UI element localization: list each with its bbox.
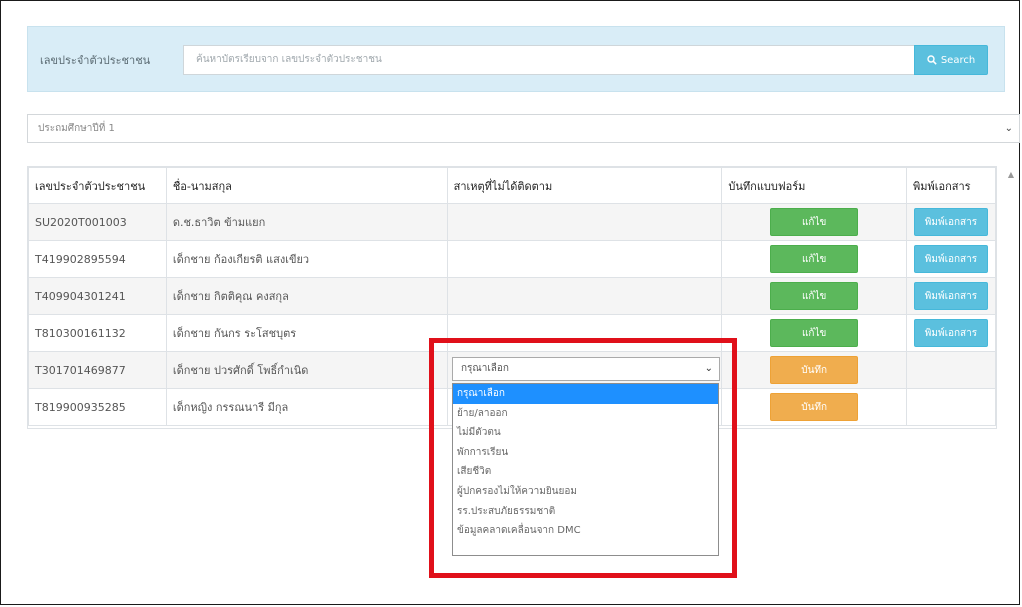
- dropdown-option[interactable]: พักการเรียน: [453, 443, 718, 463]
- search-panel: เลขประจำตัวประชาชน ค้นหาบัตรเรียบจาก เลข…: [27, 26, 1005, 92]
- scroll-up-arrow-icon[interactable]: ▲: [1005, 169, 1017, 181]
- cell-form: แก้ไข: [721, 277, 907, 315]
- table-header-row: เลขประจำตัวประชาชน ชื่อ-นามสกุล สาเหตุที…: [28, 167, 996, 204]
- cell-form: บันทึก: [721, 388, 907, 426]
- save-button[interactable]: บันทึก: [770, 393, 859, 421]
- print-button[interactable]: พิมพ์เอกสาร: [913, 245, 988, 273]
- cell-reason: [446, 203, 723, 241]
- cell-name: เด็กชาย กันกร ระโสชบุตร: [165, 314, 448, 352]
- save-button[interactable]: บันทึก: [770, 356, 859, 384]
- column-header-form: บันทึกแบบฟอร์ม: [721, 167, 907, 204]
- cell-id: T301701469877: [28, 351, 167, 389]
- chevron-down-icon: ⌄: [704, 363, 713, 374]
- search-input[interactable]: ค้นหาบัตรเรียบจาก เลขประจำตัวประชาชน: [183, 45, 915, 75]
- cell-print: พิมพ์เอกสาร: [905, 203, 996, 241]
- cell-name: เด็กชาย กิตติคุณ คงสกุล: [165, 277, 448, 315]
- chevron-down-icon: ⌄: [1004, 123, 1013, 134]
- table-row: SU2020T001003 ด.ช.ธาวิต ข้ามแยก แก้ไข พิ…: [28, 203, 996, 241]
- cell-id: T409904301241: [28, 277, 167, 315]
- table-row: T419902895594 เด็กชาย ก้องเกียรติ แสงเขี…: [28, 240, 996, 278]
- cell-name: ด.ช.ธาวิต ข้ามแยก: [165, 203, 448, 241]
- dropdown-option[interactable]: ย้าย/ลาออก: [453, 404, 718, 424]
- print-button[interactable]: พิมพ์เอกสาร: [913, 282, 988, 310]
- table-row: T409904301241 เด็กชาย กิตติคุณ คงสกุล แก…: [28, 277, 996, 315]
- dropdown-option[interactable]: ไม่มีตัวตน: [453, 423, 718, 443]
- cell-id: SU2020T001003: [28, 203, 167, 241]
- cell-name: เด็กชาย ก้องเกียรติ แสงเขียว: [165, 240, 448, 278]
- print-button[interactable]: พิมพ์เอกสาร: [913, 208, 988, 236]
- cell-reason: [446, 314, 723, 352]
- reason-select[interactable]: กรุณาเลือก ⌄: [452, 357, 720, 381]
- reason-select-value: กรุณาเลือก: [461, 363, 509, 374]
- table-row: T810300161132 เด็กชาย กันกร ระโสชบุตร แก…: [28, 314, 996, 352]
- cell-form: แก้ไข: [721, 240, 907, 278]
- edit-button[interactable]: แก้ไข: [770, 208, 859, 236]
- search-icon: [927, 55, 937, 65]
- column-header-id: เลขประจำตัวประชาชน: [28, 167, 167, 204]
- dropdown-option[interactable]: ข้อมูลคลาดเคลื่อนจาก DMC: [453, 521, 718, 541]
- column-header-reason: สาเหตุที่ไม่ได้ติดตาม: [446, 167, 723, 204]
- search-label: เลขประจำตัวประชาชน: [40, 54, 151, 67]
- cell-id: T819900935285: [28, 388, 167, 426]
- cell-id: T810300161132: [28, 314, 167, 352]
- cell-print: พิมพ์เอกสาร: [905, 240, 996, 278]
- cell-form: แก้ไข: [721, 314, 907, 352]
- dropdown-option[interactable]: ผู้ปกครองไม่ให้ความยินยอม: [453, 482, 718, 502]
- print-button[interactable]: พิมพ์เอกสาร: [913, 319, 988, 347]
- cell-name: เด็กหญิง กรรณนารี มีกุล: [165, 388, 448, 426]
- column-header-print: พิมพ์เอกสาร: [905, 167, 996, 204]
- cell-print: พิมพ์เอกสาร: [905, 277, 996, 315]
- cell-form: แก้ไข: [721, 203, 907, 241]
- cell-print: [905, 388, 996, 426]
- edit-button[interactable]: แก้ไข: [770, 245, 859, 273]
- grade-select[interactable]: ประถมศึกษาปีที่ 1 ⌄: [27, 114, 1020, 143]
- search-button-label: Search: [940, 54, 976, 66]
- grade-select-value: ประถมศึกษาปีที่ 1: [38, 123, 115, 134]
- dropdown-option[interactable]: กรุณาเลือก: [453, 384, 718, 404]
- edit-button[interactable]: แก้ไข: [770, 319, 859, 347]
- cell-print: พิมพ์เอกสาร: [905, 314, 996, 352]
- search-button[interactable]: Search: [914, 45, 988, 75]
- cell-form: บันทึก: [721, 351, 907, 389]
- column-header-name: ชื่อ-นามสกุล: [165, 167, 448, 204]
- cell-name: เด็กชาย ปวรศักดิ์ โพธิ์กำเนิด: [165, 351, 448, 389]
- cell-reason: [446, 240, 723, 278]
- reason-dropdown-list: กรุณาเลือก ย้าย/ลาออก ไม่มีตัวตน พักการเ…: [452, 383, 719, 556]
- page-frame: เลขประจำตัวประชาชน ค้นหาบัตรเรียบจาก เลข…: [0, 0, 1020, 605]
- cell-id: T419902895594: [28, 240, 167, 278]
- dropdown-option[interactable]: รร.ประสบภัยธรรมชาติ: [453, 502, 718, 522]
- cell-print: [905, 351, 996, 389]
- dropdown-option[interactable]: เสียชีวิต: [453, 462, 718, 482]
- cell-reason: [446, 277, 723, 315]
- edit-button[interactable]: แก้ไข: [770, 282, 859, 310]
